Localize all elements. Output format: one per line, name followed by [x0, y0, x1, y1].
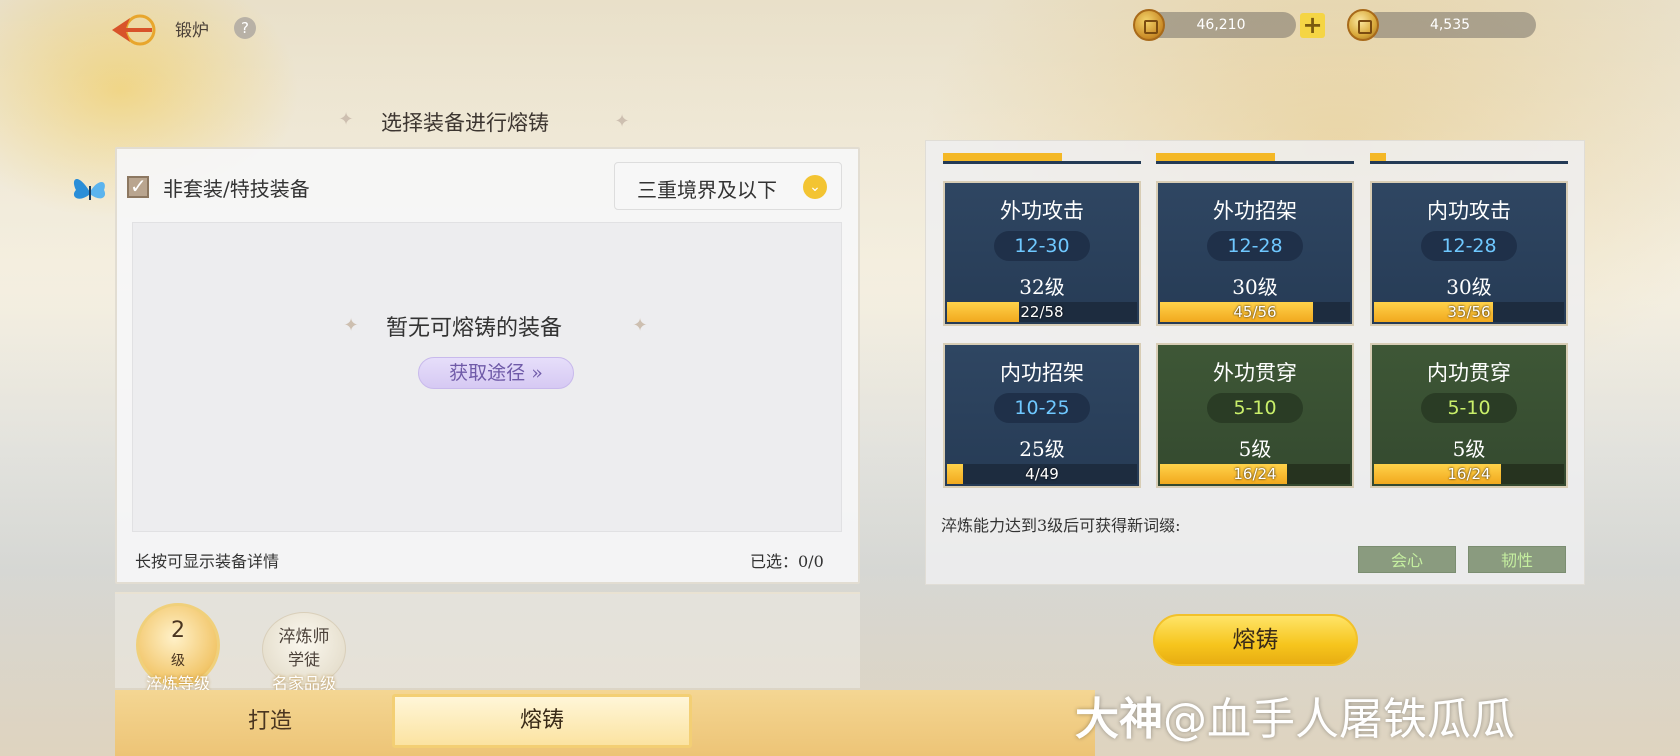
- partial-card-bar: [943, 144, 1141, 164]
- affix-progress-text: 35/56: [1447, 303, 1491, 321]
- chevron-down-icon: ⌄: [803, 175, 827, 199]
- affix-card-level: 5级: [1238, 437, 1272, 461]
- ornament-diamond-icon: ✦: [614, 111, 630, 132]
- ornament-diamond-icon: ✦: [338, 109, 354, 130]
- affix-card-level: 30级: [1232, 275, 1278, 299]
- watermark-handle: @血手人屠铁瓜瓜: [1163, 694, 1515, 745]
- affix-progress-text: 45/56: [1233, 303, 1277, 321]
- affix-card-name: 外功攻击: [1000, 199, 1084, 223]
- affix-progress-bar: 45/56: [1160, 302, 1350, 322]
- affix-progress-text: 16/24: [1447, 465, 1491, 483]
- partial-card-bar: [1370, 144, 1568, 164]
- page-title: 锻炉: [175, 21, 209, 41]
- selected-count: 已选：0/0: [750, 552, 824, 571]
- master-rank-title: 淬炼师: [278, 627, 330, 647]
- affix-progress-text: 16/24: [1233, 465, 1277, 483]
- affix-card-level: 30级: [1446, 275, 1492, 299]
- affix-card[interactable]: 内功攻击 12-28 30级 35/56: [1370, 181, 1568, 326]
- new-affix-hint: 淬炼能力达到3级后可获得新词缀:: [941, 516, 1181, 535]
- help-icon[interactable]: ?: [234, 17, 256, 39]
- back-button[interactable]: [108, 10, 158, 50]
- gold-ingot-icon: [1347, 9, 1379, 41]
- smelt-button[interactable]: 熔铸: [1153, 614, 1358, 666]
- affix-card-level: 32级: [1019, 275, 1065, 299]
- realm-filter-dropdown[interactable]: 三重境界及以下 ⌄: [614, 162, 842, 210]
- affix-card-name: 外功贯穿: [1213, 361, 1297, 385]
- refine-level-number: 2: [171, 618, 185, 643]
- affix-card[interactable]: 外功招架 12-28 30级 45/56: [1156, 181, 1354, 326]
- ornament-diamond-icon: ✦: [343, 315, 359, 336]
- affix-progress-bar: 16/24: [1160, 464, 1350, 484]
- partial-bar-fill: [1156, 153, 1275, 161]
- affix-card-range: 12-28: [1207, 231, 1303, 261]
- affix-progress-bar: 22/58: [947, 302, 1137, 322]
- non-set-filter-label: 非套装/特技装备: [163, 177, 310, 201]
- affix-card[interactable]: 内功招架 10-25 25级 4/49: [943, 343, 1141, 488]
- section-title: 选择装备进行熔铸: [381, 111, 549, 135]
- refine-level-panel: [115, 592, 860, 688]
- affix-card-range: 5-10: [1207, 393, 1303, 423]
- partial-card-bar: [1156, 144, 1354, 164]
- affix-card-name: 内功攻击: [1427, 199, 1511, 223]
- affix-card-range: 12-30: [994, 231, 1090, 261]
- affix-progress-text: 22/58: [1020, 303, 1064, 321]
- get-source-button[interactable]: 获取途径 »: [418, 357, 574, 389]
- affix-progress-bar: 4/49: [947, 464, 1137, 484]
- affix-card-level: 25级: [1019, 437, 1065, 461]
- master-rank-sub: 学徒: [287, 650, 320, 669]
- add-currency-button[interactable]: +: [1300, 13, 1325, 38]
- ornament-diamond-icon: ✦: [632, 315, 648, 336]
- refine-level-unit: 级: [171, 653, 185, 669]
- gold-ingot-balance: 4,535: [1364, 12, 1536, 38]
- affix-progress-text: 4/49: [1025, 465, 1059, 483]
- partial-bar-fill: [943, 153, 1062, 161]
- affix-card-range: 10-25: [994, 393, 1090, 423]
- non-set-filter-checkbox[interactable]: [127, 174, 149, 198]
- affix-card-name: 内功招架: [1000, 361, 1084, 385]
- affix-progress-bar: 35/56: [1374, 302, 1564, 322]
- realm-filter-value: 三重境界及以下: [637, 178, 777, 202]
- affix-progress-bar: 16/24: [1374, 464, 1564, 484]
- affix-tag-toughness[interactable]: 韧性: [1468, 546, 1566, 573]
- affix-tag-crit[interactable]: 会心: [1358, 546, 1456, 573]
- affix-card-range: 12-28: [1421, 231, 1517, 261]
- copper-coin-icon: [1133, 9, 1165, 41]
- affix-card-name: 外功招架: [1213, 199, 1297, 223]
- watermark-brand: 大神: [1075, 694, 1163, 745]
- affix-card[interactable]: 外功攻击 12-30 32级 22/58: [943, 181, 1141, 326]
- tab-smelt[interactable]: 熔铸: [392, 694, 692, 748]
- butterfly-icon: [73, 178, 106, 200]
- affix-card-name: 内功贯穿: [1427, 361, 1511, 385]
- back-arrow-icon: [112, 14, 156, 46]
- affix-card-level: 5级: [1452, 437, 1486, 461]
- copper-coin-balance: 46,210: [1146, 12, 1296, 38]
- affix-card-range: 5-10: [1421, 393, 1517, 423]
- affix-card[interactable]: 外功贯穿 5-10 5级 16/24: [1156, 343, 1354, 488]
- watermark: 大神@血手人屠铁瓜瓜: [1075, 683, 1515, 747]
- tab-forge[interactable]: 打造: [180, 696, 360, 748]
- long-press-hint: 长按可显示装备详情: [135, 552, 280, 571]
- affix-card[interactable]: 内功贯穿 5-10 5级 16/24: [1370, 343, 1568, 488]
- empty-list-message: 暂无可熔铸的装备: [386, 316, 563, 341]
- partial-bar-fill: [1370, 153, 1386, 161]
